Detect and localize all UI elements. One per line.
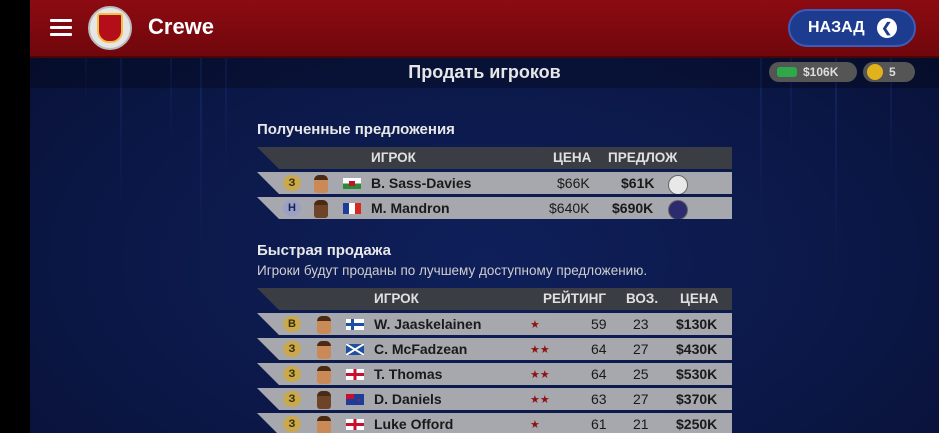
finland-flag-icon (346, 319, 364, 330)
new-zealand-flag-icon (346, 394, 364, 405)
england-flag-icon (346, 369, 364, 380)
player-name: T. Thomas (374, 366, 443, 382)
position-badge: З (283, 416, 301, 432)
quick-sale-row[interactable]: З C. McFadzean ★★ 64 27 $430K (257, 338, 732, 360)
player-price: $250K (676, 416, 718, 432)
player-name: D. Daniels (374, 391, 442, 407)
player-price: $430K (676, 341, 718, 357)
player-rating: 63 (591, 391, 607, 407)
player-avatar-icon (317, 341, 331, 359)
player-avatar-icon (314, 200, 328, 218)
france-flag-icon (343, 203, 361, 214)
player-price: $130K (676, 316, 718, 332)
player-age: 25 (633, 366, 649, 382)
star-rating-icon: ★ (530, 419, 540, 431)
star-rating-icon: ★★ (530, 344, 550, 356)
player-name: M. Mandron (371, 200, 450, 216)
star-rating-icon: ★★ (530, 394, 550, 406)
player-price: $530K (676, 366, 718, 382)
player-avatar-icon (317, 391, 331, 409)
england-flag-icon (346, 419, 364, 430)
chevron-left-icon: ❮ (876, 18, 897, 38)
club-badge[interactable] (88, 6, 132, 50)
player-avatar-icon (314, 175, 328, 193)
player-price: $66K (557, 175, 590, 191)
player-price: $370K (676, 391, 718, 407)
quick-sale-row[interactable]: В W. Jaaskelainen ★ 59 23 $130K (257, 313, 732, 335)
column-price: ЦЕНА (680, 291, 719, 306)
player-avatar-icon (317, 316, 331, 334)
club-crest-icon (668, 200, 688, 219)
column-player: ИГРОК (371, 150, 416, 165)
player-age: 27 (633, 391, 649, 407)
coin-value: 5 (889, 65, 896, 79)
star-rating-icon: ★ (530, 319, 540, 331)
player-name: W. Jaaskelainen (374, 316, 482, 332)
club-crest-icon (97, 13, 123, 43)
player-age: 23 (633, 316, 649, 332)
player-name: Luke Offord (374, 416, 454, 432)
offer-row[interactable]: Н M. Mandron $640K $690K (257, 197, 732, 219)
position-badge: Н (283, 200, 301, 216)
column-rating: РЕЙТИНГ (543, 291, 607, 306)
coin-balance[interactable]: 5 (863, 62, 915, 82)
money-balance[interactable]: $106K (769, 62, 857, 82)
offer-row[interactable]: З B. Sass-Davies $66K $61K (257, 172, 732, 194)
column-age: ВОЗ. (626, 291, 659, 306)
position-badge: З (283, 341, 301, 357)
offer-amount: $690K (612, 200, 654, 216)
quick-sale-title: Быстрая продажа (257, 242, 391, 259)
cash-icon (777, 67, 797, 77)
offers-table-header: ИГРОК ЦЕНА ПРЕДЛОЖ (257, 147, 732, 169)
column-player: ИГРОК (374, 291, 419, 306)
top-bar: Crewe НАЗАД ❮ (30, 0, 939, 58)
star-rating-icon: ★★ (530, 369, 550, 381)
player-age: 21 (633, 416, 649, 432)
player-name: C. McFadzean (374, 341, 468, 357)
back-button[interactable]: НАЗАД ❮ (788, 9, 916, 47)
player-rating: 61 (591, 416, 607, 432)
offer-amount: $61K (621, 175, 655, 191)
money-value: $106K (803, 65, 839, 79)
player-rating: 64 (591, 341, 607, 357)
player-avatar-icon (317, 366, 331, 384)
player-rating: 59 (591, 316, 607, 332)
player-price: $640K (549, 200, 590, 216)
column-offer: ПРЕДЛОЖ (608, 150, 678, 165)
player-name: B. Sass-Davies (371, 175, 472, 191)
offers-section-title: Полученные предложения (257, 121, 455, 138)
quick-sale-row[interactable]: З T. Thomas ★★ 64 25 $530K (257, 363, 732, 385)
player-avatar-icon (317, 416, 331, 433)
scotland-flag-icon (346, 344, 364, 355)
wales-flag-icon (343, 178, 361, 189)
position-badge: З (283, 391, 301, 407)
quick-sale-table-header: ИГРОК РЕЙТИНГ ВОЗ. ЦЕНА (257, 288, 732, 310)
game-screen: Crewe НАЗАД ❮ Продать игроков $106K 5 По… (30, 0, 939, 433)
quick-sale-row[interactable]: З D. Daniels ★★ 63 27 $370K (257, 388, 732, 410)
back-button-label: НАЗАД (808, 19, 865, 36)
player-rating: 64 (591, 366, 607, 382)
quick-sale-subtitle: Игроки будут проданы по лучшему доступно… (257, 263, 648, 278)
player-age: 27 (633, 341, 649, 357)
club-crest-icon (668, 175, 688, 194)
quick-sale-row[interactable]: З Luke Offord ★ 61 21 $250K (257, 413, 732, 433)
coin-icon (867, 64, 883, 80)
column-price: ЦЕНА (553, 150, 592, 165)
menu-icon[interactable] (50, 19, 72, 37)
position-badge: З (283, 366, 301, 382)
position-badge: З (283, 175, 301, 191)
position-badge: В (283, 316, 301, 332)
club-name: Crewe (148, 14, 215, 39)
